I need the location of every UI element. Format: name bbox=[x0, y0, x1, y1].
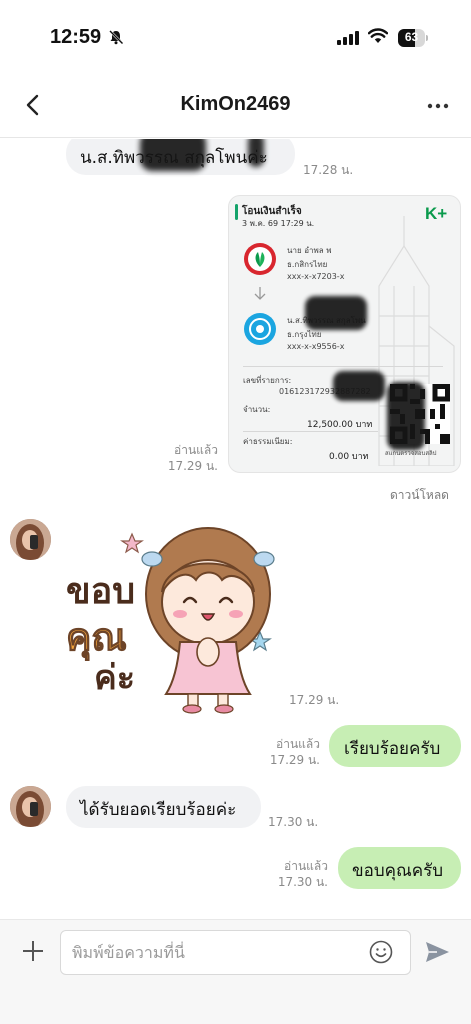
message-text: ได้รับยอดเรียบร้อยค่ะ bbox=[80, 800, 237, 820]
message-time: 17.28 น. bbox=[303, 163, 354, 177]
sticker-text-line3: ค่ะ bbox=[94, 658, 136, 698]
read-label: อ่านแล้ว bbox=[276, 737, 320, 751]
message-text: เรียบร้อยครับ bbox=[344, 739, 441, 759]
avatar[interactable] bbox=[10, 519, 51, 560]
sticker-girl-illustration bbox=[120, 527, 275, 714]
message-input-bar bbox=[0, 919, 471, 1024]
incoming-message[interactable]: ได้รับยอดเรียบร้อยค่ะ bbox=[66, 786, 261, 828]
read-receipt: อ่านแล้ว 17.30 น. bbox=[270, 858, 328, 890]
download-link[interactable]: ดาวน์โหลด bbox=[390, 486, 449, 505]
message-time: 17.30 น. bbox=[277, 875, 328, 889]
receiver-account: xxx-x-x9556-x bbox=[287, 342, 345, 351]
status-time: 12:59 bbox=[50, 26, 102, 48]
emoji-icon[interactable] bbox=[368, 939, 394, 965]
outgoing-message[interactable]: เรียบร้อยครับ bbox=[329, 725, 461, 767]
fee-value: 0.00 บาท bbox=[329, 452, 369, 462]
more-options-icon[interactable] bbox=[424, 94, 452, 118]
krungthai-bank-logo bbox=[244, 313, 276, 345]
chat-title: KimOn2469 bbox=[180, 93, 291, 115]
redaction-mark bbox=[305, 296, 367, 330]
message-time: 17.29 น. bbox=[269, 753, 320, 767]
battery-level: 63 bbox=[404, 30, 419, 44]
outgoing-message[interactable]: ขอบคุณครับ bbox=[338, 847, 461, 889]
chat-header: KimOn2469 bbox=[0, 76, 471, 138]
message-text: ขอบคุณครับ bbox=[352, 861, 444, 881]
reference-label: เลขที่รายการ: bbox=[243, 376, 292, 385]
bell-muted-icon bbox=[109, 30, 124, 45]
sender-account: xxx-x-x7203-x bbox=[287, 272, 345, 281]
read-receipt: อ่านแล้ว 17.29 น. bbox=[160, 442, 218, 474]
message-time: 17.29 น. bbox=[289, 693, 340, 707]
amount-value: 12,500.00 บาท bbox=[307, 420, 373, 430]
send-icon[interactable] bbox=[423, 938, 451, 966]
plus-icon[interactable] bbox=[20, 938, 46, 964]
redaction-mark bbox=[333, 371, 385, 401]
fee-label: ค่าธรรมเนียม: bbox=[243, 437, 293, 446]
arrow-down-icon bbox=[254, 287, 266, 300]
battery-indicator: 63 bbox=[398, 29, 428, 47]
message-time: 17.30 น. bbox=[268, 815, 319, 829]
redaction-mark bbox=[387, 382, 425, 450]
sender-bank: ธ.กสิกรไทย bbox=[287, 260, 328, 269]
cellular-signal-icon bbox=[337, 31, 359, 45]
read-label: อ่านแล้ว bbox=[174, 443, 218, 457]
kasikorn-bank-logo bbox=[244, 243, 276, 275]
status-bar: 12:59 63 bbox=[0, 0, 471, 76]
wifi-icon bbox=[368, 28, 388, 43]
redaction-mark bbox=[140, 139, 206, 171]
thank-you-sticker[interactable]: ขอบ คุณ ค่ะ bbox=[58, 514, 286, 714]
chat-area[interactable]: น.ส.ทิพวรรณ สกุลโพนค่ะ 17.28 น. อ่านแล้ว… bbox=[0, 139, 471, 919]
message-time: 17.29 น. bbox=[167, 459, 218, 473]
read-label: อ่านแล้ว bbox=[284, 859, 328, 873]
avatar[interactable] bbox=[10, 786, 51, 827]
sender-name: นาย อำพล พ bbox=[287, 246, 332, 255]
message-input[interactable] bbox=[60, 930, 411, 975]
transfer-slip-image[interactable]: โอนเงินสำเร็จ 3 พ.ค. 69 17:29 น. K+ นาย … bbox=[228, 195, 461, 473]
redaction-mark bbox=[248, 139, 264, 167]
slip-date: 3 พ.ค. 69 17:29 น. bbox=[242, 219, 315, 228]
amount-label: จำนวน: bbox=[243, 405, 271, 414]
read-receipt: อ่านแล้ว 17.29 น. bbox=[262, 736, 320, 768]
